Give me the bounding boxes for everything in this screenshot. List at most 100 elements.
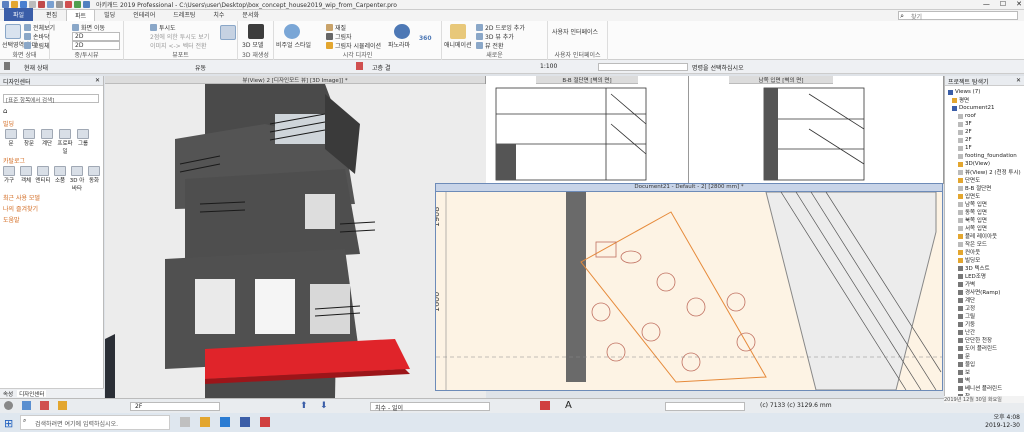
shadow-button[interactable]: 그림자 bbox=[326, 32, 352, 41]
cat-profile[interactable]: 프로파일 bbox=[57, 129, 73, 155]
favorites-link[interactable]: 나의 즐겨찾기 bbox=[3, 204, 38, 213]
tree-item[interactable]: 경사면(Ramp) bbox=[948, 288, 1024, 296]
tool-icon[interactable] bbox=[65, 1, 72, 8]
tree-item[interactable]: 베니션 플러린드 bbox=[948, 384, 1024, 392]
save-icon[interactable] bbox=[20, 1, 27, 8]
elevation-view[interactable]: 남쪽 입면 [벽의 면] bbox=[689, 76, 944, 184]
tree-item[interactable]: 3F bbox=[948, 120, 1024, 128]
tree-item[interactable]: 벽 bbox=[948, 376, 1024, 384]
windows-start-icon[interactable]: ⊞ bbox=[4, 417, 13, 430]
undo-status-icon[interactable] bbox=[40, 401, 49, 410]
3d-model-icon[interactable] bbox=[248, 24, 264, 39]
dimension-select[interactable]: 치수 - 일이 bbox=[370, 402, 490, 412]
command-field[interactable] bbox=[598, 63, 688, 71]
tab-edit[interactable]: 편집 bbox=[37, 8, 66, 21]
tree-item[interactable]: 단면도 bbox=[948, 176, 1024, 184]
maximize-button[interactable]: ☐ bbox=[1000, 0, 1006, 8]
layer-field[interactable]: 유동 bbox=[195, 63, 206, 72]
view-3d[interactable]: 뷰(View) 2 [디자인모드 뷰] [3D Image]] * bbox=[105, 76, 486, 398]
cat-animation[interactable]: 동화 bbox=[86, 166, 102, 184]
tree-item[interactable]: 고정 bbox=[948, 304, 1024, 312]
cat-door[interactable]: 문 bbox=[3, 129, 19, 147]
tree-item[interactable]: 빌딩모 bbox=[948, 256, 1024, 264]
tree-item[interactable]: 작은 모드 bbox=[948, 240, 1024, 248]
visual-style-button[interactable]: 비주얼 스타일 bbox=[276, 40, 311, 49]
taskbar-search-input[interactable]: 검색하려면 여기에 입력하십시오. bbox=[20, 415, 170, 430]
tab-properties[interactable]: 속성 bbox=[3, 390, 13, 398]
tab-file[interactable]: 파일 bbox=[4, 8, 34, 21]
tab-documentation[interactable]: 문서화 bbox=[233, 8, 268, 21]
tab-dimension[interactable]: 치수 bbox=[204, 8, 233, 21]
tree-item[interactable]: 평면 bbox=[948, 96, 1024, 104]
fixed-button[interactable]: 고림체 bbox=[24, 41, 50, 50]
tree-item[interactable]: 도어 플러린드 bbox=[948, 344, 1024, 352]
tree-item[interactable]: Document21 bbox=[948, 104, 1024, 112]
tree-item[interactable]: 컨아웃 bbox=[948, 248, 1024, 256]
panorama-icon[interactable] bbox=[394, 24, 410, 39]
pen-icon[interactable] bbox=[356, 62, 363, 70]
app-icon[interactable] bbox=[260, 417, 270, 427]
height-field[interactable]: 고층 결 bbox=[372, 63, 390, 72]
tree-item[interactable]: 난간 bbox=[948, 328, 1024, 336]
tree-item[interactable]: LED조명 bbox=[948, 272, 1024, 280]
cat-entity[interactable]: 엔티티 bbox=[35, 166, 51, 184]
design-search-input[interactable]: [표준 항목에서 검색] bbox=[3, 94, 99, 104]
tree-item[interactable]: footing_foundation bbox=[948, 152, 1024, 160]
user-interface-button[interactable]: 사용자 인터페이스 bbox=[552, 27, 598, 36]
tab-drafting[interactable]: 드레프팅 bbox=[164, 8, 204, 21]
search-input[interactable]: 찾기 bbox=[898, 11, 1018, 21]
cat-props[interactable]: 소품 bbox=[52, 166, 68, 184]
3d-model-button[interactable]: 3D 모델 bbox=[242, 40, 263, 49]
tree-item[interactable]: 기둥 bbox=[948, 320, 1024, 328]
view-select-2[interactable]: 2D bbox=[72, 41, 120, 50]
gear-icon[interactable] bbox=[4, 401, 13, 410]
minimize-button[interactable]: — bbox=[983, 0, 990, 8]
close-icon[interactable]: ✕ bbox=[1016, 77, 1021, 84]
navigate-button[interactable]: 화면 이동 bbox=[72, 23, 105, 32]
arrow-down-icon[interactable]: ⬇ bbox=[320, 401, 328, 411]
panorama-button[interactable]: 파노라마 bbox=[388, 40, 410, 49]
tool-status-icon[interactable] bbox=[58, 401, 67, 410]
shadow-sim-button[interactable]: 그림자 시뮬레이션 bbox=[326, 41, 381, 50]
add-2d-button[interactable]: 2D 드로잉 추가 bbox=[476, 23, 525, 32]
tree-item[interactable]: 남쪽 입면 bbox=[948, 200, 1024, 208]
zoom-area-icon[interactable] bbox=[5, 24, 21, 39]
tree-item[interactable]: 1F bbox=[948, 144, 1024, 152]
home-icon[interactable]: ⌂ bbox=[3, 107, 7, 115]
arrow-tool-icon[interactable] bbox=[4, 62, 10, 70]
arrow-up-icon[interactable]: ⬆ bbox=[300, 401, 308, 411]
explorer-icon[interactable] bbox=[200, 417, 210, 427]
tree-item[interactable]: B-B 절단면 bbox=[948, 184, 1024, 192]
view-select[interactable]: 2D bbox=[72, 32, 120, 41]
tree-item[interactable]: 계단 bbox=[948, 296, 1024, 304]
open-icon[interactable] bbox=[11, 1, 18, 8]
coord-field[interactable] bbox=[665, 402, 745, 411]
pointer-icon[interactable] bbox=[56, 1, 63, 8]
section-view[interactable]: B-B 절단면 [벽의 면] bbox=[486, 76, 689, 184]
undo-icon[interactable] bbox=[38, 1, 45, 8]
tool3-icon[interactable] bbox=[83, 1, 90, 8]
animation-icon[interactable] bbox=[450, 24, 466, 39]
material-button[interactable]: 재질 bbox=[326, 23, 346, 32]
tree-item[interactable]: 물입 bbox=[948, 360, 1024, 368]
eraser-icon[interactable] bbox=[540, 401, 550, 410]
cat-group[interactable]: 그룹 bbox=[75, 129, 91, 147]
floor-plan-view[interactable]: Document21 - Default - 2[ [2800 mm] * 19… bbox=[435, 183, 943, 391]
tree-item[interactable]: 2F bbox=[948, 136, 1024, 144]
tree-item[interactable]: 플레 레이아웃 bbox=[948, 232, 1024, 240]
close-icon[interactable]: ✕ bbox=[95, 77, 100, 84]
tree-item[interactable]: roof bbox=[948, 112, 1024, 120]
tab-building[interactable]: 빌딩 bbox=[95, 8, 124, 21]
tool2-icon[interactable] bbox=[74, 1, 81, 8]
help-link[interactable]: 도움말 bbox=[3, 215, 20, 224]
cat-furniture[interactable]: 가구 bbox=[1, 166, 17, 184]
archicad-icon[interactable] bbox=[240, 417, 250, 427]
new-icon[interactable] bbox=[2, 1, 9, 8]
cat-object[interactable]: 객체 bbox=[18, 166, 34, 184]
tab-design-center[interactable]: 디자인센터 bbox=[17, 390, 47, 398]
tree-item[interactable]: 가벽 bbox=[948, 280, 1024, 288]
visual-style-icon[interactable] bbox=[284, 24, 300, 39]
360-button[interactable]: 360 bbox=[419, 35, 432, 42]
cat-window[interactable]: 창문 bbox=[21, 129, 37, 147]
tree-item[interactable]: 서쪽 입면 bbox=[948, 224, 1024, 232]
